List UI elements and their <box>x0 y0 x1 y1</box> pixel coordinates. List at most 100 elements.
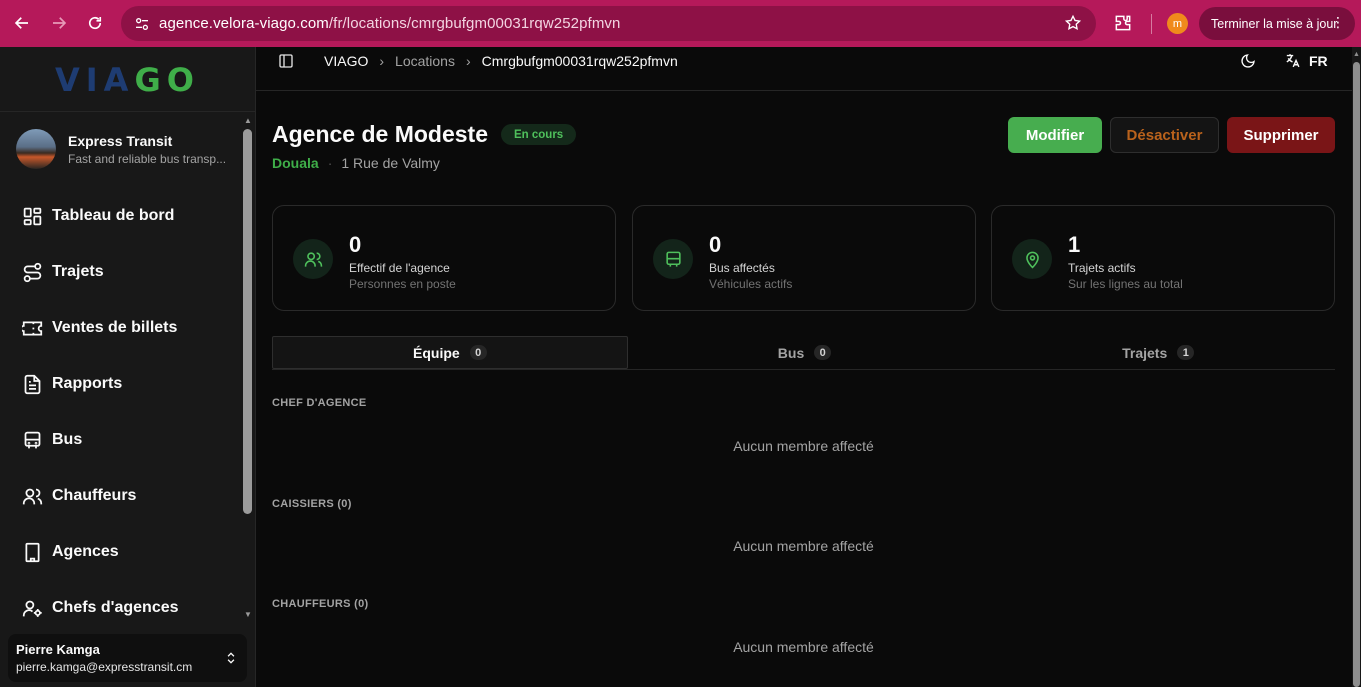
update-label: Terminer la mise à jour <box>1211 16 1338 31</box>
map-pin-icon <box>1012 239 1052 279</box>
breadcrumb-current: Cmrgbufgm00031rqw252pfmvn <box>481 53 678 69</box>
tab-count-badge: 0 <box>814 345 832 360</box>
ticket-icon <box>22 321 43 335</box>
scroll-down-icon[interactable]: ▼ <box>244 611 252 619</box>
bookmark-star-icon[interactable] <box>1064 14 1082 32</box>
edit-button[interactable]: Modifier <box>1008 117 1102 153</box>
city-label: Douala <box>272 155 319 171</box>
company-description: Fast and reliable bus transp... <box>68 151 227 166</box>
route-icon <box>23 262 42 282</box>
forward-icon[interactable] <box>42 6 76 40</box>
extensions-icon[interactable] <box>1113 13 1133 33</box>
sidebar-item-agences[interactable]: Agences <box>0 524 240 580</box>
page-scrollbar[interactable]: ▲ <box>1352 47 1361 687</box>
sidebar-item-ventes-de-billets[interactable]: Ventes de billets <box>0 300 240 356</box>
stat-value: 1 <box>1068 232 1081 257</box>
deactivate-button[interactable]: Désactiver <box>1110 117 1219 153</box>
breadcrumb-home[interactable]: VIAGO <box>324 53 368 69</box>
location-subtitle: Douala · 1 Rue de Valmy <box>272 155 440 171</box>
address-bar[interactable]: agence.velora-viago.com/fr/locations/cmr… <box>121 6 1096 41</box>
topbar: VIAGO › Locations › Cmrgbufgm00031rqw252… <box>256 47 1352 91</box>
profile-avatar[interactable]: m <box>1167 13 1188 34</box>
subtitle-separator: · <box>327 155 333 171</box>
company-name: Express Transit <box>68 132 173 149</box>
sidebar-toggle-icon[interactable] <box>278 53 294 69</box>
scroll-up-icon[interactable]: ▲ <box>244 117 252 125</box>
stat-value: 0 <box>709 232 722 257</box>
stat-card-trips: 1 Trajets actifs Sur les lignes au total <box>991 205 1335 311</box>
breadcrumb-locations[interactable]: Locations <box>395 53 455 69</box>
toolbar-divider <box>1151 14 1152 34</box>
breadcrumb-chevron-icon: › <box>465 53 471 69</box>
stat-card-staff: 0 Effectif de l'agence Personnes en post… <box>272 205 616 311</box>
sidebar: VIAGO Express Transit Fast and reliable … <box>0 47 256 687</box>
stat-label: Trajets actifs <box>1068 261 1136 275</box>
tab-bar: Équipe 0 Bus 0 Trajets 1 <box>272 336 1335 370</box>
sidebar-item-label: Agences <box>52 543 119 560</box>
stat-sublabel: Personnes en poste <box>349 277 456 291</box>
sidebar-item-label: Tableau de bord <box>52 207 175 224</box>
company-switcher[interactable]: Express Transit Fast and reliable bus tr… <box>16 129 226 169</box>
section-heading-chef: CHEF D'AGENCE <box>272 397 367 409</box>
logo[interactable]: VIAGO <box>55 61 200 99</box>
users-icon <box>293 239 333 279</box>
sidebar-item-chefs-d-agences[interactable]: Chefs d'agences <box>0 580 240 636</box>
tab-count-badge: 0 <box>469 345 487 360</box>
section-heading-caissiers: CAISSIERS (0) <box>272 498 352 510</box>
tab-label: Équipe <box>413 344 460 361</box>
stat-label: Effectif de l'agence <box>349 261 450 275</box>
sidebar-divider <box>0 111 256 112</box>
site-settings-icon[interactable] <box>131 13 153 35</box>
sidebar-item-label: Bus <box>52 431 83 448</box>
bus-icon <box>653 239 693 279</box>
manager-icon <box>22 600 42 617</box>
tab-count-badge: 1 <box>1177 345 1195 360</box>
delete-button[interactable]: Supprimer <box>1227 117 1335 153</box>
sidebar-item-chauffeurs[interactable]: Chauffeurs <box>0 468 240 524</box>
page-scroll-thumb[interactable] <box>1353 62 1360 687</box>
url-text: agence.velora-viago.com/fr/locations/cmr… <box>159 15 621 32</box>
empty-state-text: Aucun membre affecté <box>733 639 874 655</box>
back-icon[interactable] <box>5 6 39 40</box>
sidebar-scrollbar[interactable]: ▲ ▼ <box>241 113 255 625</box>
building-icon <box>25 542 40 562</box>
translate-icon <box>1286 54 1300 68</box>
sidebar-item-rapports[interactable]: Rapports <box>0 356 240 412</box>
stat-card-buses: 0 Bus affectés Véhicules actifs <box>632 205 976 311</box>
page-title: Agence de Modeste <box>272 121 488 147</box>
theme-toggle-icon[interactable] <box>1240 53 1256 69</box>
tab-equipe[interactable]: Équipe 0 <box>272 336 628 369</box>
tab-bus[interactable]: Bus 0 <box>628 336 982 369</box>
chevrons-up-down-icon <box>227 652 235 664</box>
sidebar-item-label: Trajets <box>52 263 104 280</box>
stat-value: 0 <box>349 232 362 257</box>
update-browser-button[interactable]: Terminer la mise à jour ⋮ <box>1199 7 1355 40</box>
page-scroll-up-icon[interactable]: ▲ <box>1353 51 1360 58</box>
drivers-icon <box>22 488 43 504</box>
sidebar-item-label: Rapports <box>52 375 123 392</box>
sidebar-item-bus[interactable]: Bus <box>0 412 240 468</box>
sidebar-item-tableau-de-bord[interactable]: Tableau de bord <box>0 188 240 244</box>
empty-state-text: Aucun membre affecté <box>733 538 874 554</box>
empty-state-text: Aucun membre affecté <box>733 438 874 454</box>
reload-icon[interactable] <box>78 6 112 40</box>
sidebar-item-label: Ventes de billets <box>52 319 178 336</box>
tab-trajets[interactable]: Trajets 1 <box>981 336 1335 369</box>
breadcrumb-chevron-icon: › <box>379 53 385 69</box>
sidebar-item-label: Chefs d'agences <box>52 599 179 616</box>
language-label: FR <box>1309 52 1328 69</box>
tab-label: Trajets <box>1122 344 1168 361</box>
sidebar-item-trajets[interactable]: Trajets <box>0 244 240 300</box>
company-avatar <box>16 129 56 169</box>
user-menu[interactable]: Pierre Kamga pierre.kamga@expresstransit… <box>8 634 247 682</box>
stat-sublabel: Sur les lignes au total <box>1068 277 1183 291</box>
sidebar-scroll-thumb[interactable] <box>243 129 252 514</box>
user-name: Pierre Kamga <box>16 642 100 657</box>
bus-icon <box>24 431 41 448</box>
stat-label: Bus affectés <box>709 261 775 275</box>
stat-sublabel: Véhicules actifs <box>709 277 793 291</box>
language-switcher[interactable]: FR <box>1284 52 1328 69</box>
breadcrumb: VIAGO › Locations › Cmrgbufgm00031rqw252… <box>324 53 678 69</box>
more-menu-icon[interactable]: ⋮ <box>1331 15 1345 29</box>
tab-label: Bus <box>777 344 805 361</box>
